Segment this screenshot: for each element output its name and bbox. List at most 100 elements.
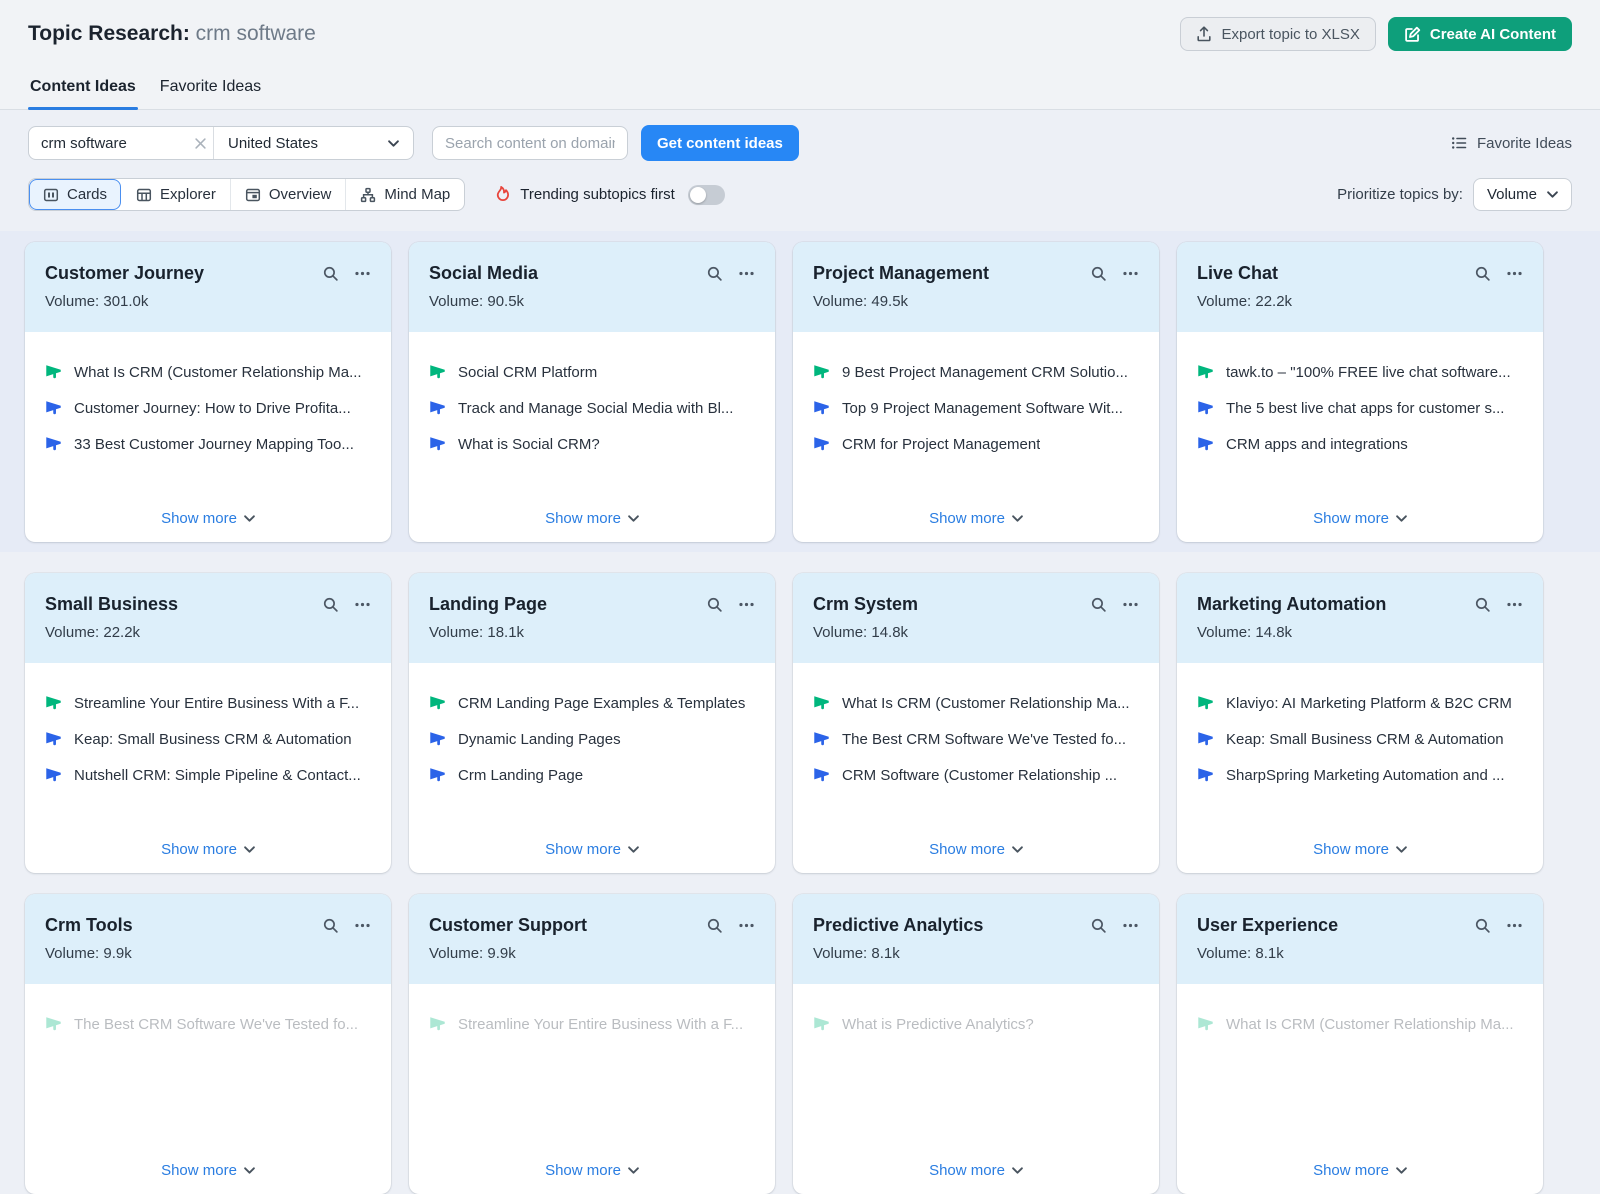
ellipsis-icon[interactable] <box>738 596 755 613</box>
content-idea-item[interactable]: tawk.to – "100% FREE live chat software.… <box>1197 361 1523 385</box>
content-idea-item[interactable]: Top 9 Project Management Software Wit... <box>813 397 1139 421</box>
show-more-link[interactable]: Show more <box>1313 841 1407 858</box>
topic-card-title[interactable]: Marketing Automation <box>1197 594 1474 615</box>
search-icon[interactable] <box>706 917 723 934</box>
content-idea-item[interactable]: Streamline Your Entire Business With a F… <box>429 1013 755 1037</box>
content-idea-item[interactable]: CRM Landing Page Examples & Templates <box>429 692 755 716</box>
content-idea-item[interactable]: SharpSpring Marketing Automation and ... <box>1197 764 1523 788</box>
content-idea-item[interactable]: What Is CRM (Customer Relationship Ma... <box>1197 1013 1523 1037</box>
trending-toggle[interactable] <box>688 185 725 205</box>
content-idea-item[interactable]: The Best CRM Software We've Tested fo... <box>45 1013 371 1037</box>
topic-card-title[interactable]: Predictive Analytics <box>813 915 1090 936</box>
ellipsis-icon[interactable] <box>738 265 755 282</box>
content-idea-item[interactable]: CRM apps and integrations <box>1197 433 1523 457</box>
content-idea-item[interactable]: Nutshell CRM: Simple Pipeline & Contact.… <box>45 764 371 788</box>
show-more-link[interactable]: Show more <box>545 510 639 527</box>
show-more-link[interactable]: Show more <box>929 1162 1023 1179</box>
show-more-label: Show more <box>545 1162 621 1179</box>
ellipsis-icon[interactable] <box>1506 917 1523 934</box>
content-idea-item[interactable]: The Best CRM Software We've Tested fo... <box>813 728 1139 752</box>
content-idea-item[interactable]: Klaviyo: AI Marketing Platform & B2C CRM <box>1197 692 1523 716</box>
content-idea-item[interactable]: What is Predictive Analytics? <box>813 1013 1139 1037</box>
content-idea-item[interactable]: Crm Landing Page <box>429 764 755 788</box>
content-idea-item[interactable]: CRM for Project Management <box>813 433 1139 457</box>
ellipsis-icon[interactable] <box>354 265 371 282</box>
show-more-link[interactable]: Show more <box>1313 1162 1407 1179</box>
show-more-link[interactable]: Show more <box>929 510 1023 527</box>
topic-card-title[interactable]: Crm Tools <box>45 915 322 936</box>
show-more-link[interactable]: Show more <box>161 841 255 858</box>
export-xlsx-button[interactable]: Export topic to XLSX <box>1180 17 1375 51</box>
show-more-link[interactable]: Show more <box>161 510 255 527</box>
show-more-link[interactable]: Show more <box>545 1162 639 1179</box>
prioritize-select[interactable]: Volume <box>1473 178 1572 211</box>
view-overview[interactable]: Overview <box>230 179 346 210</box>
topic-card-title[interactable]: Social Media <box>429 263 706 284</box>
view-explorer[interactable]: Explorer <box>121 179 230 210</box>
keyword-input[interactable] <box>29 127 187 159</box>
show-more-link[interactable]: Show more <box>545 841 639 858</box>
ellipsis-icon[interactable] <box>354 917 371 934</box>
topic-card-title[interactable]: Live Chat <box>1197 263 1474 284</box>
content-idea-item[interactable]: Keap: Small Business CRM & Automation <box>45 728 371 752</box>
content-idea-item[interactable]: Customer Journey: How to Drive Profita..… <box>45 397 371 421</box>
topic-card-title[interactable]: User Experience <box>1197 915 1474 936</box>
show-more-link[interactable]: Show more <box>161 1162 255 1179</box>
topic-card-title[interactable]: Small Business <box>45 594 322 615</box>
ellipsis-icon[interactable] <box>1122 596 1139 613</box>
search-icon[interactable] <box>706 596 723 613</box>
topic-card-title[interactable]: Customer Support <box>429 915 706 936</box>
ellipsis-icon[interactable] <box>354 596 371 613</box>
favorite-ideas-link-label: Favorite Ideas <box>1477 135 1572 152</box>
ellipsis-icon[interactable] <box>738 917 755 934</box>
search-icon[interactable] <box>322 596 339 613</box>
ellipsis-icon[interactable] <box>1122 917 1139 934</box>
content-idea-item[interactable]: The 5 best live chat apps for customer s… <box>1197 397 1523 421</box>
tab-favorite-ideas[interactable]: Favorite Ideas <box>158 78 263 109</box>
content-idea-item[interactable]: Social CRM Platform <box>429 361 755 385</box>
search-icon[interactable] <box>322 265 339 282</box>
favorite-ideas-link[interactable]: Favorite Ideas <box>1450 134 1572 152</box>
ellipsis-icon[interactable] <box>1506 265 1523 282</box>
content-idea-item[interactable]: Dynamic Landing Pages <box>429 728 755 752</box>
content-idea-text: Streamline Your Entire Business With a F… <box>74 692 359 716</box>
clear-keyword-icon[interactable] <box>187 127 213 159</box>
search-icon[interactable] <box>1090 596 1107 613</box>
topic-card-title[interactable]: Customer Journey <box>45 263 322 284</box>
topic-card-title[interactable]: Landing Page <box>429 594 706 615</box>
filters-section: United States Get content ideas Favorite… <box>0 110 1600 211</box>
view-mind-map[interactable]: Mind Map <box>345 179 464 210</box>
view-cards[interactable]: Cards <box>29 179 121 210</box>
content-idea-item[interactable]: Streamline Your Entire Business With a F… <box>45 692 371 716</box>
create-ai-content-button[interactable]: Create AI Content <box>1388 17 1572 51</box>
search-icon[interactable] <box>1090 917 1107 934</box>
cards-area: Customer Journey Volume: 301.0k What Is … <box>0 231 1600 1194</box>
get-content-ideas-button[interactable]: Get content ideas <box>641 125 799 161</box>
ellipsis-icon[interactable] <box>1506 596 1523 613</box>
content-idea-item[interactable]: Keap: Small Business CRM & Automation <box>1197 728 1523 752</box>
topic-card-title[interactable]: Crm System <box>813 594 1090 615</box>
ellipsis-icon[interactable] <box>1122 265 1139 282</box>
show-more-link[interactable]: Show more <box>929 841 1023 858</box>
content-idea-item[interactable]: Track and Manage Social Media with Bl... <box>429 397 755 421</box>
search-icon[interactable] <box>1474 917 1491 934</box>
content-idea-item[interactable]: What Is CRM (Customer Relationship Ma... <box>813 692 1139 716</box>
search-icon[interactable] <box>1474 265 1491 282</box>
content-idea-item[interactable]: 33 Best Customer Journey Mapping Too... <box>45 433 371 457</box>
tab-content-ideas[interactable]: Content Ideas <box>28 78 138 109</box>
show-more-link[interactable]: Show more <box>1313 510 1407 527</box>
search-icon[interactable] <box>706 265 723 282</box>
chevron-down-icon <box>244 846 255 853</box>
country-select[interactable]: United States <box>213 127 413 159</box>
content-idea-item[interactable]: What is Social CRM? <box>429 433 755 457</box>
content-idea-item[interactable]: What Is CRM (Customer Relationship Ma... <box>45 361 371 385</box>
search-icon[interactable] <box>322 917 339 934</box>
content-idea-item[interactable]: CRM Software (Customer Relationship ... <box>813 764 1139 788</box>
search-icon[interactable] <box>1090 265 1107 282</box>
topic-card-title[interactable]: Project Management <box>813 263 1090 284</box>
megaphone-icon <box>813 400 830 417</box>
domain-search-input[interactable] <box>432 126 628 160</box>
content-idea-item[interactable]: 9 Best Project Management CRM Solutio... <box>813 361 1139 385</box>
upload-icon <box>1196 26 1212 42</box>
search-icon[interactable] <box>1474 596 1491 613</box>
